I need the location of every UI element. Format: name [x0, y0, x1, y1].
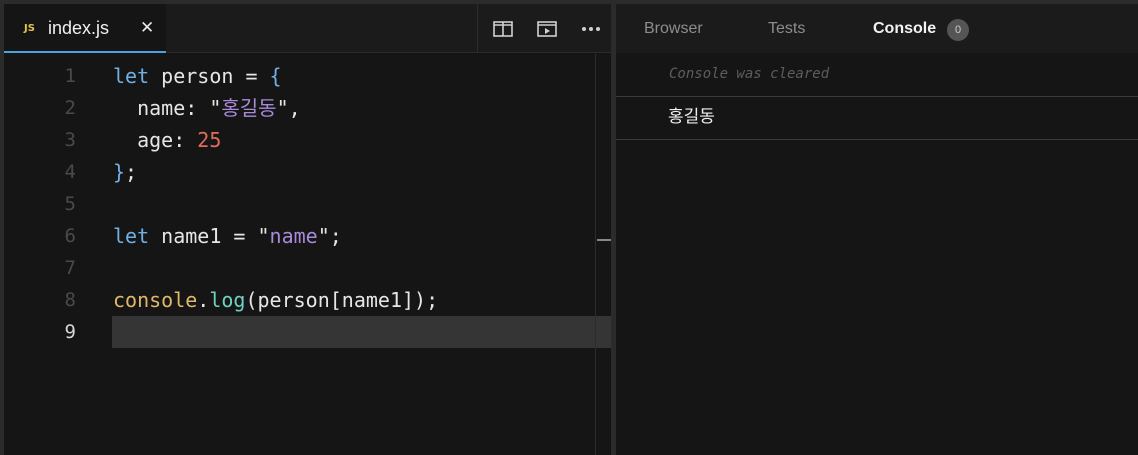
code-token: ;	[125, 160, 138, 184]
code-area[interactable]: 123456789 let person = { name: "홍길동", ag…	[4, 54, 615, 455]
code-token: {	[269, 64, 282, 88]
current-line-highlight	[112, 316, 614, 348]
preview-icon	[537, 20, 557, 38]
tab-filename: index.js	[48, 18, 110, 38]
line-number: 3	[64, 129, 76, 151]
code-line[interactable]: console.log(person[name1]);	[113, 284, 438, 316]
line-number: 4	[64, 161, 76, 183]
split-editor-icon	[493, 20, 513, 38]
javascript-file-icon: JS	[24, 23, 35, 34]
tab-browser[interactable]: Browser	[644, 19, 703, 39]
code-token: "	[257, 224, 270, 248]
console-count-badge: 0	[947, 19, 969, 41]
code-line[interactable]: let name1 = "name";	[113, 220, 342, 252]
open-preview-button[interactable]	[532, 14, 562, 44]
close-icon[interactable]: ✕	[140, 17, 154, 39]
line-number: 2	[64, 97, 76, 119]
console-separator	[616, 139, 1138, 140]
code-token: (person[name1]);	[245, 288, 439, 312]
code-token: }	[113, 160, 126, 184]
code-token: .	[197, 288, 210, 312]
console-cleared-message: Console was cleared	[669, 66, 830, 82]
line-number: 7	[64, 257, 76, 279]
code-token: name:	[113, 96, 210, 120]
console-separator	[616, 96, 1138, 97]
line-number: 8	[64, 289, 76, 311]
line-number: 1	[64, 65, 76, 87]
code-line[interactable]: age: 25	[113, 124, 221, 156]
code-token: 홍길동	[221, 96, 277, 120]
code-line[interactable]: };	[113, 156, 137, 188]
code-token: "	[209, 96, 222, 120]
console-log-entry: 홍길동	[668, 107, 715, 127]
tab-console[interactable]: Console	[873, 19, 936, 39]
code-token: person =	[149, 64, 270, 88]
code-token: name	[269, 224, 318, 248]
split-editor-button[interactable]	[488, 14, 518, 44]
line-number: 5	[64, 193, 76, 215]
preview-pane: Browser Tests Console 0 Console was clea…	[616, 4, 1138, 455]
tab-tests[interactable]: Tests	[768, 19, 805, 39]
code-token: console	[113, 288, 198, 312]
toolbar-divider	[477, 4, 478, 53]
code-token: name1 =	[149, 224, 258, 248]
code-token: log	[209, 288, 246, 312]
more-actions-icon	[581, 20, 601, 38]
code-token: age:	[113, 128, 198, 152]
editor-tab-bar: JS index.js ✕	[4, 4, 615, 53]
tab-index-js[interactable]: JS index.js ✕	[4, 4, 166, 53]
code-token: let	[113, 224, 150, 248]
code-token: 25	[197, 128, 222, 152]
code-token: ",	[276, 96, 301, 120]
more-actions-button[interactable]	[576, 14, 606, 44]
code-token: ";	[317, 224, 342, 248]
line-number: 6	[64, 225, 76, 247]
code-token: let	[113, 64, 150, 88]
code-line[interactable]: let person = {	[113, 60, 282, 92]
code-line[interactable]: name: "홍길동",	[113, 92, 301, 124]
app-window: JS index.js ✕ 1 2 3 4 5 6 7 8 9 let pers…	[0, 0, 1138, 455]
code-editor-pane: JS index.js ✕ 1 2 3 4 5 6 7 8 9 let pers…	[0, 4, 615, 455]
preview-tab-bar: Browser Tests Console 0	[616, 4, 1138, 53]
line-number: 9	[64, 321, 76, 343]
